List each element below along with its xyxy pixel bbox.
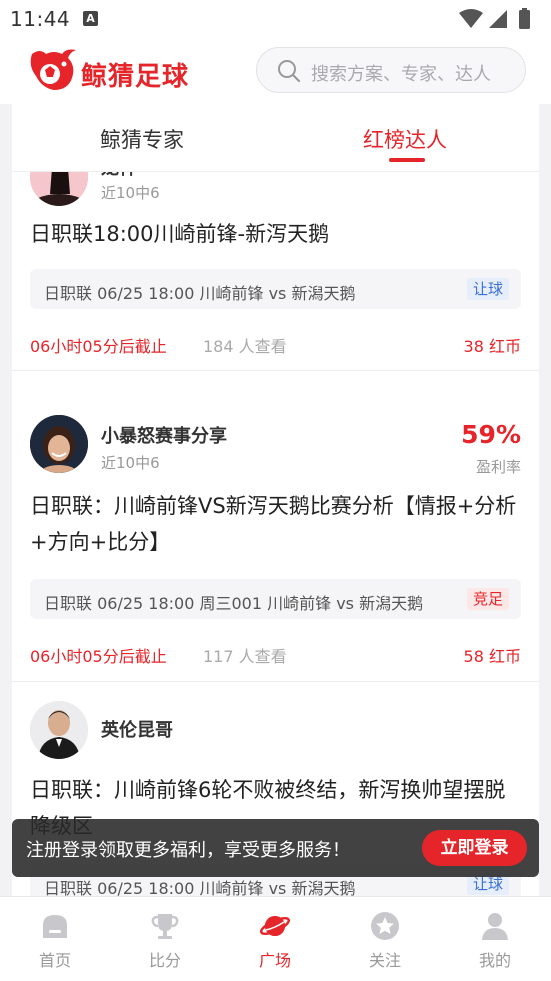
system-status-icons [459,8,530,29]
avatar[interactable] [30,415,88,473]
match-text: 日职联 06/25 18:00 周三001 川崎前锋 vs 新潟天鹅 [44,594,424,613]
feed-card[interactable]: 龙神 近10中6 日职联18:00川崎前锋-新泻天鹅 日职联 06/25 18:… [12,172,539,396]
bet-type-badge: 让球 [466,278,509,300]
star-icon [371,912,399,940]
nav-plaza[interactable]: 广场 [220,897,330,981]
nav-label: 我的 [478,951,511,970]
nav-label: 首页 [38,951,71,970]
view-count: 184 人查看 [203,337,287,356]
active-tab-indicator [389,158,425,162]
profit-rate: 59% [461,420,521,449]
post-title[interactable]: 日职联18:00川崎前锋-新泻天鹅 [30,216,525,252]
nav-label: 关注 [368,951,401,970]
signal-icon [489,10,507,28]
tab-experts[interactable]: 鲸猜专家 [100,124,184,154]
trophy-icon [151,914,179,939]
avatar-portrait-icon [30,701,88,759]
bottom-nav: 首页 比分 广场 关注 我的 [0,896,551,981]
author-name[interactable]: 小暴怒赛事分享 [101,422,227,448]
nav-label: 比分 [148,951,181,970]
avatar[interactable] [30,172,88,206]
brand-name: 鲸猜足球 [81,62,190,92]
avatar[interactable] [30,701,88,759]
match-info[interactable]: 日职联 06/25 18:00 川崎前锋 vs 新潟天鹅 让球 [30,269,521,309]
nav-scores[interactable]: 比分 [110,897,220,981]
home-icon [43,915,67,938]
card-divider [12,370,539,371]
nav-label: 广场 [258,951,291,970]
avatar-portrait-icon [30,415,88,473]
notification-a-icon: A [83,11,98,26]
brand-logo[interactable]: 鲸猜足球 [24,48,214,96]
bet-type-badge: 竞足 [466,588,509,610]
nav-me[interactable]: 我的 [440,897,550,981]
content-panel: 鲸猜专家 红榜达人 龙神 近10中6 日职联18:00川崎前锋-新泻天鹅 日职联… [12,104,539,896]
wifi-icon [459,9,483,28]
status-time: 11:44 [10,7,71,31]
view-count: 117 人查看 [203,647,287,666]
feed-list[interactable]: 龙神 近10中6 日职联18:00川崎前锋-新泻天鹅 日职联 06/25 18:… [12,172,539,896]
avatar-silhouette-icon [30,172,88,206]
whale-ball-logo-icon [30,49,77,90]
author-record: 近10中6 [101,454,160,472]
login-button[interactable]: 立即登录 [422,830,527,866]
profit-rate-label: 盈利率 [475,458,521,476]
match-text: 日职联 06/25 18:00 川崎前锋 vs 新潟天鹅 [44,284,356,303]
author-name[interactable]: 龙神 [101,172,137,180]
price-text: 38 红币 [463,337,521,356]
tab-bar: 鲸猜专家 红榜达人 [12,104,539,172]
deadline-text: 06小时05分后截止 [30,337,167,356]
search-input[interactable]: 搜索方案、专家、达人 [256,47,526,93]
nav-home[interactable]: 首页 [0,897,110,981]
tab-red-list[interactable]: 红榜达人 [363,124,447,154]
status-bar: 11:44 A [0,0,551,36]
match-text: 日职联 06/25 18:00 川崎前锋 vs 新潟天鹅 [44,879,356,896]
price-text: 58 红币 [463,647,521,666]
author-record: 近10中6 [101,184,160,202]
nav-follow[interactable]: 关注 [330,897,440,981]
login-prompt-toast: 注册登录领取更多福利，享受更多服务！ 立即登录 [12,819,539,877]
toast-message: 注册登录领取更多福利，享受更多服务！ [26,840,350,861]
match-info[interactable]: 日职联 06/25 18:00 周三001 川崎前锋 vs 新潟天鹅 竞足 [30,579,521,619]
planet-icon [260,916,290,936]
feed-card[interactable]: 小暴怒赛事分享 近10中6 59% 盈利率 日职联：川崎前锋VS新泻天鹅比赛分析… [12,396,539,683]
author-name[interactable]: 英伦昆哥 [101,716,173,742]
post-title[interactable]: 日职联：川崎前锋VS新泻天鹅比赛分析【情报+分析+方向+比分】 [30,488,525,560]
app-header: 鲸猜足球 搜索方案、专家、达人 [0,36,551,104]
battery-icon [519,10,530,29]
search-icon [278,60,301,83]
user-icon [482,913,508,940]
search-placeholder: 搜索方案、专家、达人 [311,64,491,85]
deadline-text: 06小时05分后截止 [30,647,167,666]
